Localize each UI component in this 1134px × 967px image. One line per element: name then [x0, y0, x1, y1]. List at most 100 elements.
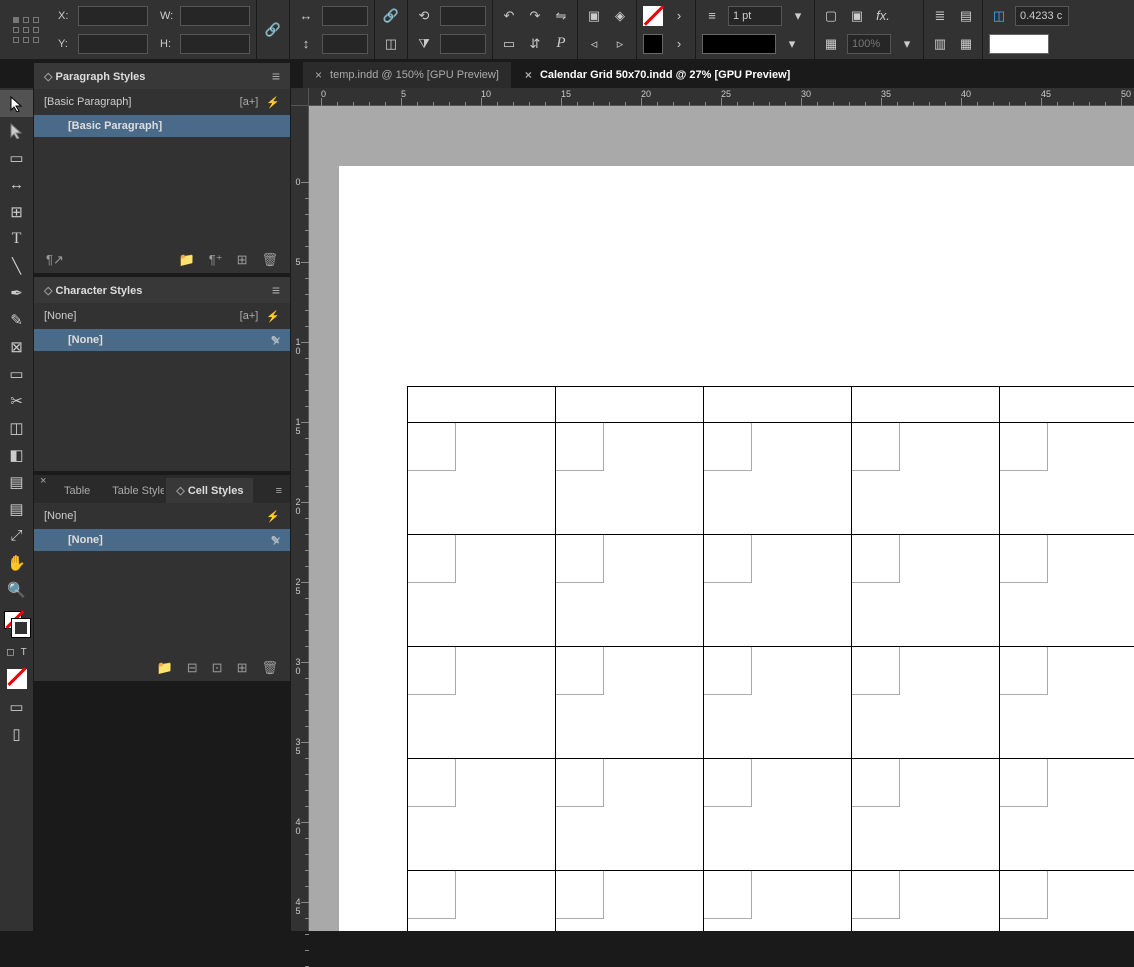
- rotate-cw-icon[interactable]: ↷: [525, 6, 545, 26]
- fit-frame-icon[interactable]: ▣: [847, 6, 867, 26]
- document-tab-calendar[interactable]: × Calendar Grid 50x70.indd @ 27% [GPU Pr…: [513, 62, 802, 88]
- text-wrap-none-icon[interactable]: ≣: [930, 6, 950, 26]
- quick-apply-bolt-icon[interactable]: ⚡: [266, 96, 280, 109]
- new-style-from-selection-icon[interactable]: [a+]: [240, 310, 259, 323]
- edit-style-icon[interactable]: ✎̷: [271, 334, 280, 347]
- direct-selection-tool[interactable]: [0, 117, 33, 144]
- corner-value-field[interactable]: 0.4233 c: [1015, 6, 1069, 26]
- style-group-folder-icon[interactable]: 📁: [157, 660, 173, 676]
- style-item-none[interactable]: [None] ✎̷: [34, 329, 290, 351]
- clear-override-icon[interactable]: ¶⁺: [209, 252, 223, 268]
- type-tool[interactable]: T: [0, 225, 33, 252]
- text-wrap-shape-icon[interactable]: ▥: [930, 34, 950, 54]
- current-style-row[interactable]: [None] ⚡: [34, 503, 290, 529]
- fill-dropdown-icon[interactable]: ›: [669, 6, 689, 26]
- constrain-icon[interactable]: 🔗: [381, 6, 401, 26]
- paragraph-p-icon[interactable]: P: [551, 34, 571, 54]
- style-item-none[interactable]: [None] ✎̷: [34, 529, 290, 551]
- stroke-weight-field[interactable]: 1 pt: [728, 6, 782, 26]
- corner-options-icon[interactable]: ◫: [989, 6, 1009, 26]
- scale-x-field[interactable]: [322, 6, 368, 26]
- panel-menu-icon[interactable]: ≡: [268, 479, 290, 503]
- stroke-weight-stepper-icon[interactable]: ▾: [788, 6, 808, 26]
- link-wh-icon[interactable]: 🔗: [263, 20, 283, 40]
- opacity-field[interactable]: 100%: [847, 34, 891, 54]
- new-style-icon[interactable]: ⊞: [237, 660, 248, 676]
- panel-header[interactable]: ◇ Paragraph Styles ≡: [34, 63, 290, 89]
- select-container-icon[interactable]: ▣: [584, 6, 604, 26]
- screen-mode-tool[interactable]: ▯: [0, 720, 33, 747]
- content-collector-tool[interactable]: ⊞: [0, 198, 33, 225]
- h-field[interactable]: [180, 34, 250, 54]
- line-tool[interactable]: ╲: [0, 252, 33, 279]
- auto-fit-icon[interactable]: ▢: [821, 6, 841, 26]
- w-field[interactable]: [180, 6, 250, 26]
- new-style-icon[interactable]: ⊞: [237, 252, 248, 268]
- fx-icon[interactable]: fx.: [873, 6, 893, 26]
- document-tab-temp[interactable]: × temp.indd @ 150% [GPU Preview]: [303, 62, 511, 88]
- close-icon[interactable]: ×: [525, 68, 532, 82]
- page[interactable]: [339, 166, 1134, 931]
- stroke-swatch[interactable]: [643, 34, 663, 54]
- free-transform-tool[interactable]: ◫: [0, 414, 33, 441]
- tab-table-styles[interactable]: Table Styles: [102, 479, 164, 503]
- clear-override-icon[interactable]: ⊡: [212, 660, 223, 676]
- rotate-ccw-icon[interactable]: ↶: [499, 6, 519, 26]
- new-style-from-selection-icon[interactable]: [a+]: [240, 96, 259, 109]
- icon-a[interactable]: ⊟: [187, 660, 198, 676]
- pencil-tool[interactable]: ✎: [0, 306, 33, 333]
- tab-cell-styles[interactable]: ◇ Cell Styles: [166, 478, 253, 503]
- current-style-row[interactable]: [Basic Paragraph] [a+]⚡: [34, 89, 290, 115]
- trash-icon[interactable]: 🗑: [261, 660, 278, 676]
- selection-tool[interactable]: [0, 90, 33, 117]
- rectangle-frame-tool[interactable]: ⊠: [0, 333, 33, 360]
- shear-field[interactable]: [440, 34, 486, 54]
- stroke-dropdown-icon[interactable]: ›: [669, 34, 689, 54]
- x-field[interactable]: [78, 6, 148, 26]
- format-affects-toggle[interactable]: ◻T: [0, 647, 33, 665]
- note-tool[interactable]: ▤: [0, 495, 33, 522]
- horizontal-ruler[interactable]: 05101520253035404550: [309, 88, 1134, 106]
- view-mode-tool[interactable]: ▭: [0, 693, 33, 720]
- scale-y-field[interactable]: [322, 34, 368, 54]
- text-wrap-jump-icon[interactable]: ▦: [956, 34, 976, 54]
- panel-menu-icon[interactable]: ≡: [272, 282, 280, 298]
- eyedropper-tool[interactable]: ⤢: [0, 522, 33, 549]
- style-group-folder-icon[interactable]: 📁: [179, 252, 195, 268]
- hand-tool[interactable]: ✋: [0, 549, 33, 576]
- gradient-swatch-tool[interactable]: ◧: [0, 441, 33, 468]
- panel-header[interactable]: ◇ Character Styles ≡: [34, 277, 290, 303]
- tab-table[interactable]: Table: [54, 479, 100, 503]
- page-tool[interactable]: ▭: [0, 144, 33, 171]
- gap-tool[interactable]: ↔: [0, 171, 33, 198]
- quick-apply-bolt-icon[interactable]: ⚡: [266, 510, 280, 523]
- close-icon[interactable]: ×: [315, 68, 322, 82]
- flip-h-icon[interactable]: ⇋: [551, 6, 571, 26]
- vertical-ruler[interactable]: 051015202530354045: [291, 106, 309, 931]
- gradient-feather-tool[interactable]: ▤: [0, 468, 33, 495]
- select-prev-icon[interactable]: ◃: [584, 34, 604, 54]
- scissors-tool[interactable]: ✂: [0, 387, 33, 414]
- rectangle-tool[interactable]: ▭: [0, 360, 33, 387]
- stroke-style-dropdown-icon[interactable]: ▾: [782, 34, 802, 54]
- flip-v-icon[interactable]: ⇵: [525, 34, 545, 54]
- text-wrap-bb-icon[interactable]: ▤: [956, 6, 976, 26]
- ruler-origin[interactable]: [291, 88, 309, 106]
- y-field[interactable]: [78, 34, 148, 54]
- quick-apply-bolt-icon[interactable]: ⚡: [266, 310, 280, 323]
- rotate-field[interactable]: [440, 6, 486, 26]
- edit-style-icon[interactable]: ✎̷: [271, 534, 280, 547]
- pen-tool[interactable]: ✒: [0, 279, 33, 306]
- map-icon[interactable]: ¶↗: [46, 252, 64, 268]
- trash-icon[interactable]: 🗑: [261, 252, 278, 268]
- opacity-dropdown-icon[interactable]: ▾: [897, 34, 917, 54]
- calendar-table[interactable]: [407, 386, 1134, 931]
- select-content-icon[interactable]: ◈: [610, 6, 630, 26]
- select-next-icon[interactable]: ▹: [610, 34, 630, 54]
- current-style-row[interactable]: [None] [a+]⚡: [34, 303, 290, 329]
- canvas[interactable]: [309, 106, 1134, 931]
- clear-transform-icon[interactable]: ◫: [381, 34, 401, 54]
- fill-stroke-proxy[interactable]: [0, 609, 33, 643]
- style-item-basic-paragraph[interactable]: [Basic Paragraph]: [34, 115, 290, 137]
- swatch-preview[interactable]: [989, 34, 1049, 54]
